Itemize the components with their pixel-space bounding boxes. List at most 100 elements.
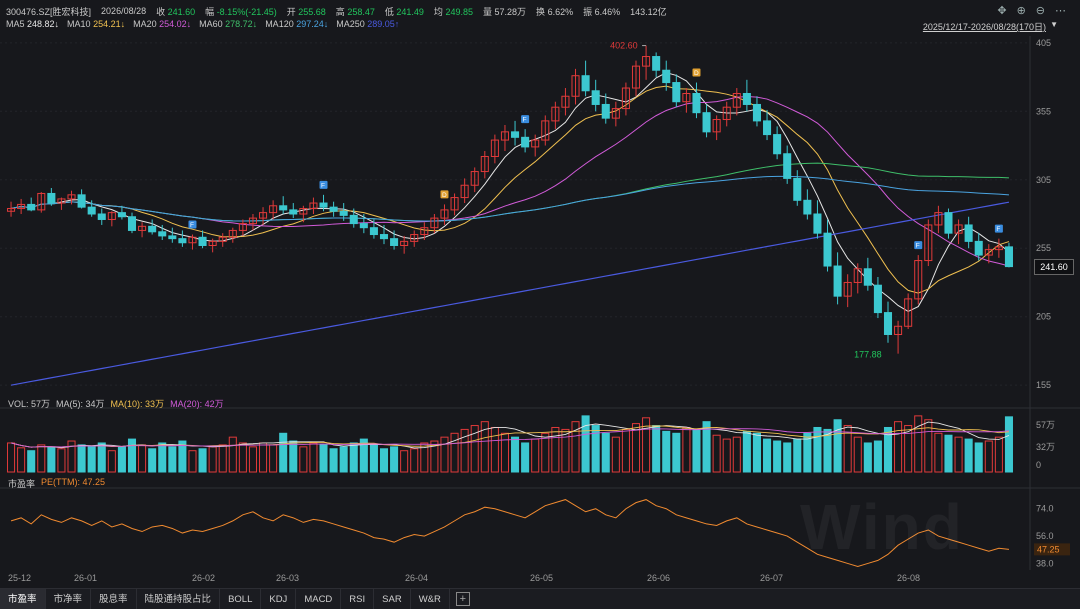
pe-tick-label: 74.0 — [1036, 504, 1054, 514]
candle — [168, 235, 177, 240]
pe-header: 市盈率 PE(TTM): 47.25 — [8, 477, 105, 490]
candle — [359, 223, 368, 229]
tab-3[interactable]: 陆股通持股占比 — [137, 588, 221, 609]
volume-bar — [561, 428, 570, 473]
candle — [662, 69, 671, 84]
tab-1[interactable]: 市净率 — [46, 588, 92, 609]
tab-6[interactable]: MACD — [296, 588, 342, 609]
volume-bar — [984, 440, 993, 473]
candle — [581, 75, 590, 92]
volume-bar — [198, 448, 207, 473]
volume-bar — [662, 430, 671, 473]
volume-bar — [117, 446, 126, 473]
add-tab-button[interactable]: + — [455, 592, 470, 606]
candle — [379, 234, 389, 240]
volume-bar — [299, 446, 308, 473]
volume-bar — [97, 442, 106, 473]
candle — [873, 284, 882, 314]
volume-bar — [672, 432, 681, 473]
last-price-tag: 241.60 — [1034, 259, 1074, 275]
volume-bar — [914, 415, 923, 473]
volume-bar — [682, 426, 691, 473]
ma-line — [10, 72, 1010, 313]
volume-bar — [138, 444, 147, 473]
tab-5[interactable]: KDJ — [261, 588, 297, 609]
y-tick-label: 305 — [1036, 175, 1051, 185]
volume-bar — [400, 450, 409, 473]
volume-bar — [581, 415, 590, 473]
candle — [964, 224, 973, 242]
x-tick-label: 26-06 — [647, 573, 670, 583]
wind-watermark: Wind — [800, 491, 964, 563]
candle — [339, 210, 348, 216]
candle — [692, 93, 701, 114]
volume-bar — [37, 444, 46, 473]
volume-bar — [773, 440, 782, 473]
volume-bar — [692, 428, 701, 473]
candle — [944, 212, 953, 234]
volume-bar — [369, 444, 378, 473]
volume-tick-label: 32万 — [1036, 442, 1055, 452]
volume-bar — [591, 425, 600, 473]
volume-bar — [168, 446, 177, 473]
volume-bar — [722, 438, 731, 473]
volume-bar — [7, 442, 16, 473]
vol-label: VOL: 57万 — [8, 399, 51, 409]
y-tick-label: 255 — [1036, 243, 1051, 253]
candle — [27, 203, 36, 211]
candle — [77, 194, 86, 208]
signal-marker-label: D — [694, 70, 699, 77]
candle — [390, 238, 399, 246]
pe-tick-label: 38.0 — [1036, 558, 1054, 568]
volume-bar — [289, 440, 298, 473]
vol-ma5: MA(5): 34万 — [56, 399, 105, 409]
volume-bar — [934, 432, 943, 473]
volume-bar — [57, 448, 66, 473]
volume-bar — [77, 444, 86, 473]
volume-bar — [742, 430, 751, 473]
x-tick-label: 26-05 — [530, 573, 553, 583]
candle — [601, 103, 610, 119]
volume-bar — [863, 442, 872, 473]
candle — [863, 268, 872, 286]
volume-bar — [601, 432, 610, 473]
volume-bar — [611, 436, 620, 473]
candle — [742, 93, 751, 105]
candle — [974, 240, 983, 256]
signal-marker-label: D — [442, 192, 447, 199]
tab-2[interactable]: 股息率 — [91, 588, 137, 609]
candle — [117, 212, 126, 218]
candle — [148, 225, 157, 233]
tab-9[interactable]: W&R — [411, 588, 450, 609]
volume-bar — [541, 432, 550, 473]
candle — [1004, 246, 1013, 268]
volume-bar — [148, 448, 157, 473]
volume-bar — [319, 444, 328, 473]
tab-7[interactable]: RSI — [341, 588, 375, 609]
low-annotation: 177.88 — [854, 350, 882, 360]
volume-bar — [87, 446, 96, 473]
x-tick-label: 26-01 — [74, 573, 97, 583]
tab-8[interactable]: SAR — [374, 588, 411, 609]
candle — [883, 312, 893, 335]
candle — [813, 213, 822, 234]
candle — [752, 103, 761, 122]
candle — [47, 192, 56, 204]
volume-bar — [793, 438, 802, 473]
volume-bar — [521, 442, 530, 473]
volume-bar — [490, 426, 499, 473]
tab-0[interactable]: 市盈率 — [0, 588, 46, 609]
volume-bar — [410, 448, 419, 473]
x-tick-label: 26-04 — [405, 573, 428, 583]
candle — [783, 153, 792, 179]
signal-marker-label: F — [523, 117, 527, 124]
volume-bar — [440, 436, 449, 473]
volume-bar — [309, 442, 318, 473]
volume-bar — [218, 444, 227, 473]
x-tick-label: 26-03 — [276, 573, 299, 583]
volume-bar — [551, 426, 560, 473]
tab-4[interactable]: BOLL — [220, 588, 262, 609]
volume-bar — [783, 442, 792, 473]
signal-marker-label: F — [996, 226, 1000, 233]
volume-bar — [279, 432, 288, 473]
